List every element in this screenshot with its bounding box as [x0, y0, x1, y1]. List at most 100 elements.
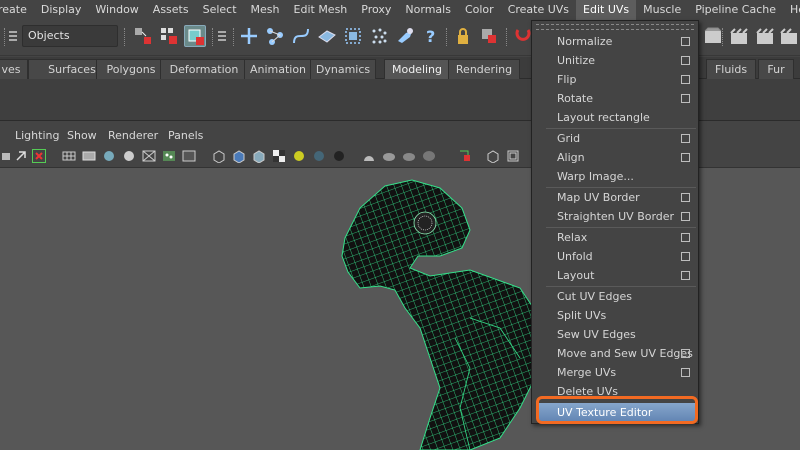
select-by-object-type-icon[interactable] [158, 25, 180, 47]
menu-item-map-uv-border[interactable]: Map UV Border [532, 188, 698, 207]
wireframe-icon[interactable] [62, 149, 76, 163]
ipr-render-icon[interactable] [728, 25, 750, 47]
shelf-tab-rendering[interactable]: Rendering [448, 59, 520, 79]
select-handles-icon[interactable] [238, 25, 260, 47]
menu-item-flip[interactable]: Flip [532, 70, 698, 89]
menu-color[interactable]: Color [458, 0, 501, 20]
menu-mesh[interactable]: Mesh [244, 0, 287, 20]
option-box-icon[interactable] [681, 56, 690, 65]
menu-item-sew-uv-edges[interactable]: Sew UV Edges [532, 325, 698, 344]
option-box-icon[interactable] [681, 252, 690, 261]
option-box-icon[interactable] [681, 271, 690, 280]
menu-item-layout[interactable]: Layout [532, 266, 698, 285]
xray-icon[interactable] [232, 149, 246, 164]
menu-item-layout-rectangle[interactable]: Layout rectangle [532, 108, 698, 127]
tear-off-handle[interactable] [536, 24, 694, 30]
menu-item-straighten-uv-border[interactable]: Straighten UV Border [532, 207, 698, 226]
menu-help[interactable]: Help [783, 0, 800, 20]
hardware-fog-icon[interactable] [422, 149, 436, 163]
shelf-tab-deformation[interactable]: Deformation [160, 59, 248, 79]
camera-icon[interactable] [0, 149, 14, 163]
texture-icon[interactable] [272, 149, 286, 163]
menu-normals[interactable]: Normals [398, 0, 458, 20]
lights-icon[interactable] [182, 149, 196, 163]
highlight-selection-icon[interactable] [478, 25, 500, 47]
hypershade-icon[interactable] [778, 25, 800, 47]
grid-toggle-icon[interactable] [32, 149, 46, 163]
option-box-icon[interactable] [681, 368, 690, 377]
option-box-icon[interactable] [681, 153, 690, 162]
smooth-shade-all-icon[interactable] [102, 149, 116, 163]
motion-blur-icon[interactable] [362, 149, 376, 163]
option-box-icon[interactable] [681, 75, 690, 84]
isolate-icon[interactable] [212, 149, 226, 164]
menu-item-split-uvs[interactable]: Split UVs [532, 306, 698, 325]
menu-item-unfold[interactable]: Unfold [532, 247, 698, 266]
menu-muscle[interactable]: Muscle [636, 0, 688, 20]
points-icon[interactable] [162, 149, 176, 163]
select-surfaces-icon[interactable] [316, 25, 338, 47]
shelf-tab-modeling[interactable]: Modeling [384, 59, 450, 79]
option-box-icon[interactable] [681, 37, 690, 46]
render-settings-icon[interactable] [754, 25, 776, 47]
menu-reate[interactable]: reate [0, 0, 34, 20]
select-camera-icon[interactable] [458, 149, 472, 163]
menu-pipeline-cache[interactable]: Pipeline Cache [688, 0, 783, 20]
option-box-icon[interactable] [681, 94, 690, 103]
use-default-light-icon[interactable] [292, 149, 306, 163]
flat-shade-icon[interactable] [122, 149, 136, 163]
collapse-icon[interactable] [217, 29, 227, 43]
panel-menu-renderer[interactable]: Renderer [108, 127, 158, 145]
menu-item-cut-uv-edges[interactable]: Cut UV Edges [532, 287, 698, 306]
bounding-box-icon[interactable] [142, 149, 156, 163]
option-box-icon[interactable] [681, 212, 690, 221]
select-deformations-icon[interactable] [342, 25, 364, 47]
menu-proxy[interactable]: Proxy [354, 0, 398, 20]
camera-attributes-icon[interactable] [14, 149, 28, 163]
panel-menu-panels[interactable]: Panels [168, 127, 203, 145]
panel-menu-lighting[interactable]: Lighting [15, 127, 59, 145]
menu-item-move-and-sew-uv-edges[interactable]: Move and Sew UV Edges [532, 344, 698, 363]
shadows-icon[interactable] [312, 149, 326, 163]
select-misc-icon[interactable]: ? [420, 25, 442, 47]
panel-menu-show[interactable]: Show [67, 127, 97, 145]
lock-selection-icon[interactable] [452, 25, 474, 47]
menu-item-grid[interactable]: Grid [532, 129, 698, 148]
option-box-icon[interactable] [681, 134, 690, 143]
menu-item-warp-image[interactable]: Warp Image... [532, 167, 698, 186]
selection-mode-dropdown[interactable]: Objects [22, 25, 118, 47]
menu-assets[interactable]: Assets [146, 0, 196, 20]
select-curves-icon[interactable] [290, 25, 312, 47]
menu-item-rotate[interactable]: Rotate [532, 89, 698, 108]
ambient-occlusion-icon[interactable] [332, 149, 346, 163]
menu-select[interactable]: Select [196, 0, 244, 20]
shelf-tab-animation[interactable]: Animation [244, 59, 312, 79]
select-rendering-icon[interactable] [394, 25, 416, 47]
shelf-tab-ves[interactable]: ves [0, 59, 28, 79]
menu-item-unitize[interactable]: Unitize [532, 51, 698, 70]
option-box-icon[interactable] [681, 349, 690, 358]
depth-of-field-icon[interactable] [402, 149, 416, 163]
film-gate-icon[interactable] [506, 149, 520, 163]
select-by-component-type-icon[interactable] [184, 25, 206, 47]
menu-item-normalize[interactable]: Normalize [532, 32, 698, 51]
shelf-tab-fur[interactable]: Fur [758, 59, 794, 79]
select-by-hierarchy-icon[interactable] [132, 25, 154, 47]
shelf-tab-fluids[interactable]: Fluids [706, 59, 756, 79]
xray-joints-icon[interactable] [252, 149, 266, 164]
menu-item-relax[interactable]: Relax [532, 228, 698, 247]
collapse-icon[interactable] [8, 29, 18, 43]
menu-create-uvs[interactable]: Create UVs [501, 0, 576, 20]
shelf-tab-polygons[interactable]: Polygons [96, 59, 166, 79]
render-current-frame-icon[interactable] [702, 25, 724, 47]
option-box-icon[interactable] [681, 233, 690, 242]
menu-window[interactable]: Window [88, 0, 145, 20]
display-resolution-icon[interactable] [486, 149, 500, 164]
smooth-shade-icon[interactable] [82, 149, 96, 163]
select-dynamics-icon[interactable] [368, 25, 390, 47]
menu-item-align[interactable]: Align [532, 148, 698, 167]
menu-item-merge-uvs[interactable]: Merge UVs [532, 363, 698, 382]
menu-display[interactable]: Display [34, 0, 89, 20]
menu-edit-uvs[interactable]: Edit UVs [576, 0, 637, 20]
select-joints-icon[interactable] [264, 25, 286, 47]
